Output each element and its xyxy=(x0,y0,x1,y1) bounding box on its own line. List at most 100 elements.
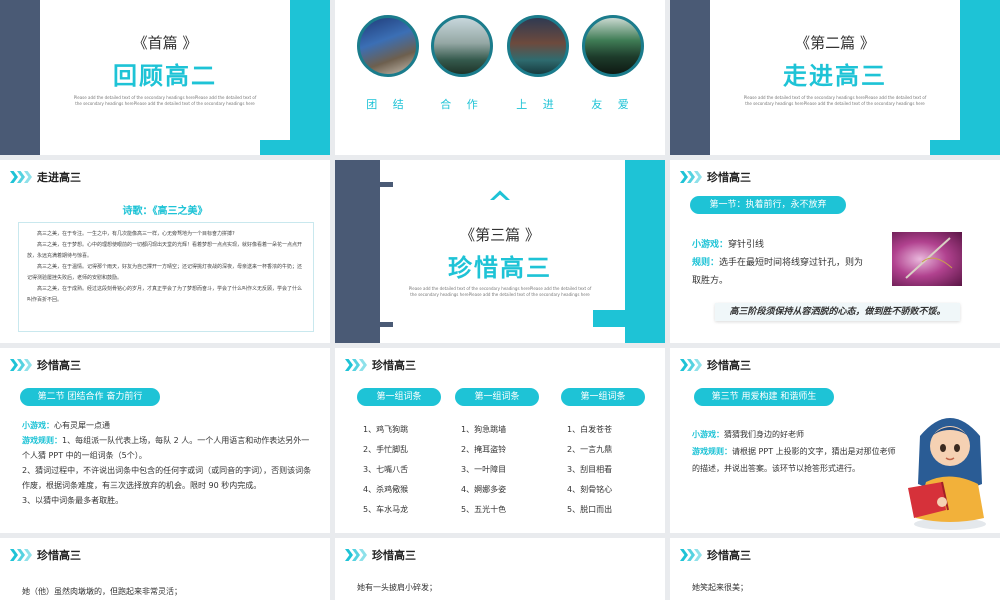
slide-cover-review[interactable]: 《首篇 》 回顾高二 Please add the detailed text … xyxy=(0,0,330,155)
word-item: 3、七嘴八舌 xyxy=(363,465,409,474)
photo-label: 友 爱 xyxy=(591,98,635,111)
game-label: 小游戏： xyxy=(22,421,54,430)
photo-cooperation xyxy=(431,15,493,77)
rules-text: 小游戏：心有灵犀一点通 游戏规则：1、每组派一队代表上场，每队 2 人。一个人用… xyxy=(22,418,312,508)
needle-icon xyxy=(905,237,953,279)
cyan-bar xyxy=(290,0,330,155)
slide-header: 珍惜高三 xyxy=(345,357,416,373)
slide-poem[interactable]: 走进高三 诗歌：《高三之美》 高三之美，在于专注。一生之中，有几次能像高三一样，… xyxy=(0,160,330,343)
slide-photos[interactable]: 团 结 合 作 上 进 友 爱 xyxy=(335,0,665,155)
game-label: 小游戏： xyxy=(692,240,729,250)
word-item: 2、一言九鼎 xyxy=(567,445,613,454)
photo-label: 团 结 xyxy=(366,98,410,111)
section-pill: 第二节 团结合作 奋力前行 xyxy=(20,388,160,406)
rule-label: 游戏规则： xyxy=(22,436,62,445)
word-group-column: 第一组词条 1、鸡飞狗跳 2、手忙脚乱 3、七嘴八舌 4、杀鸡儆猴 5、车水马龙 xyxy=(357,388,441,520)
game-name: 心有灵犀一点通 xyxy=(54,421,110,430)
word-item: 5、脱口而出 xyxy=(567,505,613,514)
navy-bar xyxy=(0,0,40,155)
reading-girl-illustration xyxy=(908,418,986,530)
group-pill: 第一组词条 xyxy=(357,388,441,406)
slide-cover-enter[interactable]: 《第二篇 》 走进高三 Please add the detailed text… xyxy=(670,0,1000,155)
cover-caption: Please add the detailed text of the seco… xyxy=(408,286,592,297)
poem-paragraph: 高三之美，在于梦想。心中的理想使眼前的一切都闪现出天堂的光辉！看着梦想一点点实现… xyxy=(27,242,303,259)
clue-text: 她（他）虽然肉墩墩的，但跑起来非常灵活； xyxy=(22,587,182,596)
word-item: 2、手忙脚乱 xyxy=(363,445,409,454)
group-pill: 第一组词条 xyxy=(455,388,539,406)
word-item: 3、刮目相看 xyxy=(567,465,613,474)
word-item: 4、杀鸡儆猴 xyxy=(363,485,409,494)
section-pill: 第三节 用爱构建 和谐师生 xyxy=(694,388,834,406)
word-item: 1、白发苍苍 xyxy=(567,425,613,434)
chevrons-icon xyxy=(345,359,367,371)
photo-label: 上 进 xyxy=(516,98,560,111)
word-group-column: 第一组词条 1、狗急跳墙 2、掩耳盗铃 3、一叶障目 4、婀娜多姿 5、五光十色 xyxy=(455,388,539,520)
word-item: 4、刻骨铭心 xyxy=(567,485,613,494)
cyan-corner xyxy=(260,140,330,155)
chevrons-icon xyxy=(680,171,702,183)
slide-header: 珍惜高三 xyxy=(10,357,81,373)
game-label: 小游戏： xyxy=(692,430,724,439)
slide-header: 珍惜高三 xyxy=(10,547,81,563)
clue-text: 她笑起来很美； xyxy=(692,583,748,592)
chevrons-icon xyxy=(10,359,32,371)
cover-subtitle: 《首篇 》 xyxy=(132,34,198,52)
slide-header: 走进高三 xyxy=(10,169,81,185)
chevrons-icon xyxy=(345,549,367,561)
header-title: 珍惜高三 xyxy=(372,359,416,372)
quote-banner: 高三阶段须保持从容洒脱的心态，做到胜不骄败不馁。 xyxy=(715,303,960,321)
slide-cover-cherish[interactable]: 《第三篇 》 珍惜高三 Please add the detailed text… xyxy=(335,160,665,343)
poem-box: 高三之美，在于专注。一生之中，有几次能像高三一样，心无旁骛地为一个目标奋力拼搏?… xyxy=(18,222,314,332)
cover-title: 珍惜高三 xyxy=(448,254,552,282)
cover-title: 走进高三 xyxy=(783,62,887,90)
word-item: 1、狗急跳墙 xyxy=(461,425,507,434)
poem-paragraph: 高三之美，在于成熟。经过这段刻骨铭心的岁月，才真正学会了为了梦想而奋斗，学会了什… xyxy=(27,286,303,303)
rule-line: 2、猜词过程中，不许说出词条中包含的任何字或词（或同音的字词），否则该词条作废，… xyxy=(22,466,312,490)
rule-line: 1、每组派一队代表上场，每队 2 人。一个人用语言和动作表达另外一个人猜 PPT… xyxy=(22,436,310,460)
slide-guess-3[interactable]: 珍惜高三 她笑起来很美； xyxy=(670,538,1000,600)
photo-unity xyxy=(357,15,419,77)
poem-paragraph: 高三之美，在于专注。一生之中，有几次能像高三一样，心无旁骛地为一个目标奋力拼搏? xyxy=(37,231,235,237)
cover-subtitle: 《第二篇 》 xyxy=(795,34,875,52)
word-item: 5、车水马龙 xyxy=(363,505,409,514)
slide-word-groups[interactable]: 珍惜高三 第一组词条 1、鸡飞狗跳 2、手忙脚乱 3、七嘴八舌 4、杀鸡儆猴 5… xyxy=(335,348,665,533)
cover-subtitle: 《第三篇 》 xyxy=(460,226,540,244)
slide-header: 珍惜高三 xyxy=(680,547,751,563)
header-title: 走进高三 xyxy=(37,171,81,184)
slide-header: 珍惜高三 xyxy=(680,357,751,373)
chevrons-icon xyxy=(10,549,32,561)
cover-caption: Please add the detailed text of the seco… xyxy=(743,95,927,106)
slide-guess-1[interactable]: 珍惜高三 她（他）虽然肉墩墩的，但跑起来非常灵活； xyxy=(0,538,330,600)
slide-section-1[interactable]: 珍惜高三 第一节：执着前行，永不放弃 小游戏：穿针引线 规则：选手在最短时间将线… xyxy=(670,160,1000,343)
header-title: 珍惜高三 xyxy=(37,359,81,372)
header-title: 珍惜高三 xyxy=(372,549,416,562)
needle-photo xyxy=(892,232,962,286)
slide-grid: 《首篇 》 回顾高二 Please add the detailed text … xyxy=(0,0,1000,600)
header-title: 珍惜高三 xyxy=(37,549,81,562)
navy-bar xyxy=(670,0,710,155)
word-item: 3、一叶障目 xyxy=(461,465,507,474)
chevrons-icon xyxy=(680,359,702,371)
header-title: 珍惜高三 xyxy=(707,359,751,372)
game-name: 猜猜我们身边的好老师 xyxy=(724,430,804,439)
clue-text: 她有一头披肩小碎发； xyxy=(357,583,437,592)
word-item: 4、婀娜多姿 xyxy=(461,485,507,494)
slide-guess-2[interactable]: 珍惜高三 她有一头披肩小碎发； xyxy=(335,538,665,600)
poem-title: 诗歌：《高三之美》 xyxy=(122,206,208,217)
word-group-column: 第一组词条 1、白发苍苍 2、一言九鼎 3、刮目相看 4、刻骨铭心 5、脱口而出 xyxy=(561,388,645,520)
photo-label: 合 作 xyxy=(440,98,484,111)
slide-header: 珍惜高三 xyxy=(345,547,416,563)
header-title: 珍惜高三 xyxy=(707,171,751,184)
section-pill: 第一节：执着前行，永不放弃 xyxy=(690,196,846,214)
group-pill: 第一组词条 xyxy=(561,388,645,406)
word-item: 1、鸡飞狗跳 xyxy=(363,425,409,434)
rule-label: 规则： xyxy=(692,258,720,268)
chevrons-icon xyxy=(680,549,702,561)
game-name: 穿针引线 xyxy=(728,240,765,250)
game-text: 小游戏：猜猜我们身边的好老师 游戏规则：请根据 PPT 上投影的文字，猜出是对那… xyxy=(692,426,897,477)
cyan-corner xyxy=(930,140,1000,155)
photo-progress xyxy=(507,15,569,77)
cover-title: 回顾高二 xyxy=(113,62,217,90)
slide-section-2[interactable]: 珍惜高三 第二节 团结合作 奋力前行 小游戏：心有灵犀一点通 游戏规则：1、每组… xyxy=(0,348,330,533)
slide-section-3[interactable]: 珍惜高三 第三节 用爱构建 和谐师生 小游戏：猜猜我们身边的好老师 游戏规则：请… xyxy=(670,348,1000,533)
